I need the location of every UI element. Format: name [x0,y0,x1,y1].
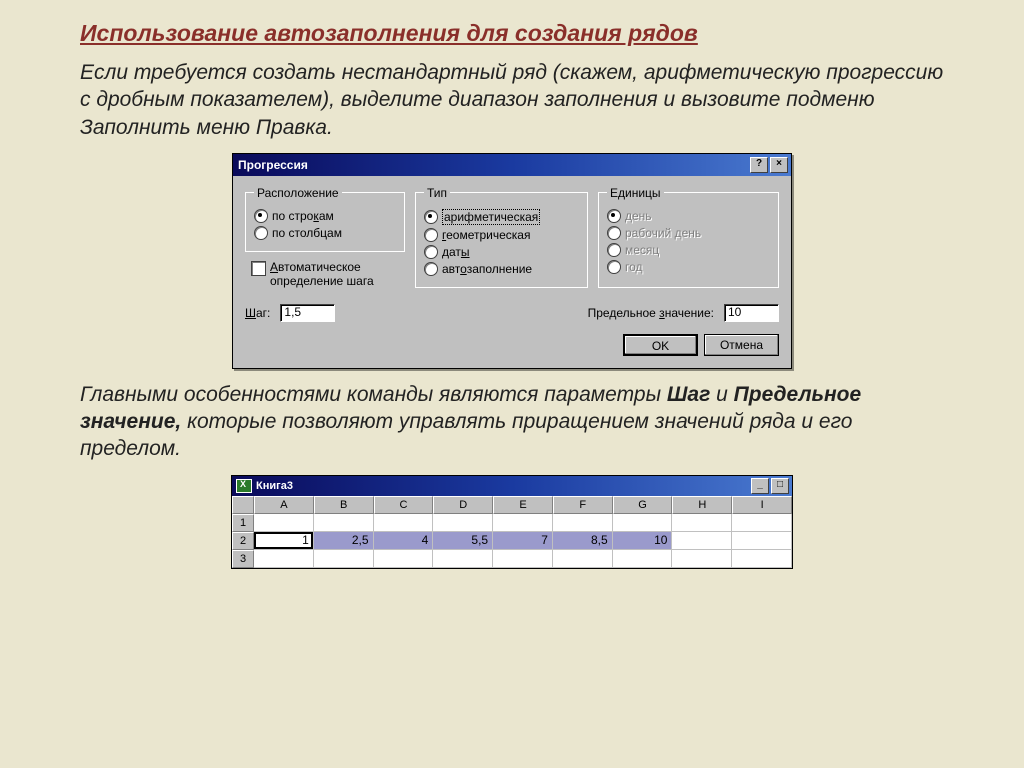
units-legend: Единицы [607,186,664,200]
corner-header[interactable] [232,496,254,514]
cell[interactable] [613,550,673,568]
close-icon[interactable]: × [770,157,788,173]
radio-dates[interactable]: даты [424,245,579,259]
radio-icon [424,228,438,242]
col-header[interactable]: E [493,496,553,514]
cell[interactable]: 8,5 [553,532,613,550]
radio-icon [254,209,268,223]
cell[interactable]: 7 [493,532,553,550]
help-icon[interactable]: ? [750,157,768,173]
col-header[interactable]: I [732,496,792,514]
cell[interactable] [553,550,613,568]
radio-icon [607,226,621,240]
cell[interactable] [433,550,493,568]
cell[interactable] [493,550,553,568]
radio-arith[interactable]: арифметическая [424,209,579,225]
worksheet-grid[interactable]: A B C D E F G H I 1 2 1 2,5 4 5,5 7 8,5 [232,496,792,568]
layout-group: Расположение по строкам по столбцам [245,186,405,252]
col-header[interactable]: C [374,496,434,514]
workbook-titlebar[interactable]: Книга3 _ □ [232,476,792,496]
cell[interactable] [314,550,374,568]
type-legend: Тип [424,186,450,200]
cell[interactable] [613,514,673,532]
cell[interactable]: 4 [374,532,434,550]
cell[interactable] [732,514,792,532]
step-label: Шаг: [245,306,270,320]
slide-title: Использование автозаполнения для создани… [80,20,944,47]
units-group: Единицы день рабочий день месяц [598,186,779,288]
cell[interactable] [672,550,732,568]
limit-input[interactable]: 10 [724,304,779,322]
col-header[interactable]: A [254,496,314,514]
workbook-title: Книга3 [256,480,293,492]
cell[interactable] [374,514,434,532]
cancel-button[interactable]: Отмена [704,334,779,356]
radio-icon [424,245,438,259]
radio-geom[interactable]: геометрическая [424,228,579,242]
limit-label: Предельное значение: [588,306,714,320]
cell[interactable]: 10 [613,532,673,550]
cell[interactable] [374,550,434,568]
checkbox-icon [251,261,266,276]
cell[interactable] [254,514,314,532]
cell[interactable] [493,514,553,532]
col-header[interactable]: D [433,496,493,514]
col-header[interactable]: B [314,496,374,514]
radio-rows[interactable]: по строкам [254,209,396,223]
col-header[interactable]: H [672,496,732,514]
cell[interactable] [672,532,732,550]
radio-workday: рабочий день [607,226,770,240]
minimize-icon[interactable]: _ [751,478,769,494]
dialog-titlebar[interactable]: Прогрессия ? × [233,154,791,176]
radio-icon [424,210,438,224]
outro-paragraph: Главными особенностями команды являются … [80,381,944,463]
radio-cols[interactable]: по столбцам [254,226,396,240]
dialog-title: Прогрессия [238,158,308,172]
radio-icon [607,260,621,274]
intro-paragraph: Если требуется создать нестандартный ряд… [80,59,944,141]
cell[interactable] [433,514,493,532]
cell[interactable] [254,550,314,568]
col-header[interactable]: F [553,496,613,514]
layout-legend: Расположение [254,186,342,200]
radio-month: месяц [607,243,770,257]
radio-icon [607,209,621,223]
row-header[interactable]: 1 [232,514,254,532]
radio-icon [424,262,438,276]
cell[interactable]: 2,5 [314,532,374,550]
radio-icon [607,243,621,257]
cell[interactable] [314,514,374,532]
cell[interactable]: 5,5 [433,532,493,550]
type-group: Тип арифметическая геометрическая даты [415,186,588,288]
cell[interactable] [553,514,613,532]
workbook-window: Книга3 _ □ A B C D E F G H I 1 2 [231,475,793,569]
progression-dialog: Прогрессия ? × Расположение по строкам [232,153,792,369]
step-input[interactable]: 1,5 [280,304,335,322]
col-header[interactable]: G [613,496,673,514]
radio-autofill[interactable]: автозаполнение [424,262,579,276]
cell[interactable] [672,514,732,532]
row-header[interactable]: 2 [232,532,254,550]
radio-year: год [607,260,770,274]
cell[interactable] [732,550,792,568]
cell-active[interactable]: 1 [254,532,314,550]
row-header[interactable]: 3 [232,550,254,568]
cell[interactable] [732,532,792,550]
ok-button[interactable]: OK [623,334,698,356]
radio-icon [254,226,268,240]
radio-day: день [607,209,770,223]
excel-icon [236,479,252,493]
maximize-icon[interactable]: □ [771,478,789,494]
auto-step-checkbox[interactable]: Автоматическоеопределение шага [251,260,405,288]
